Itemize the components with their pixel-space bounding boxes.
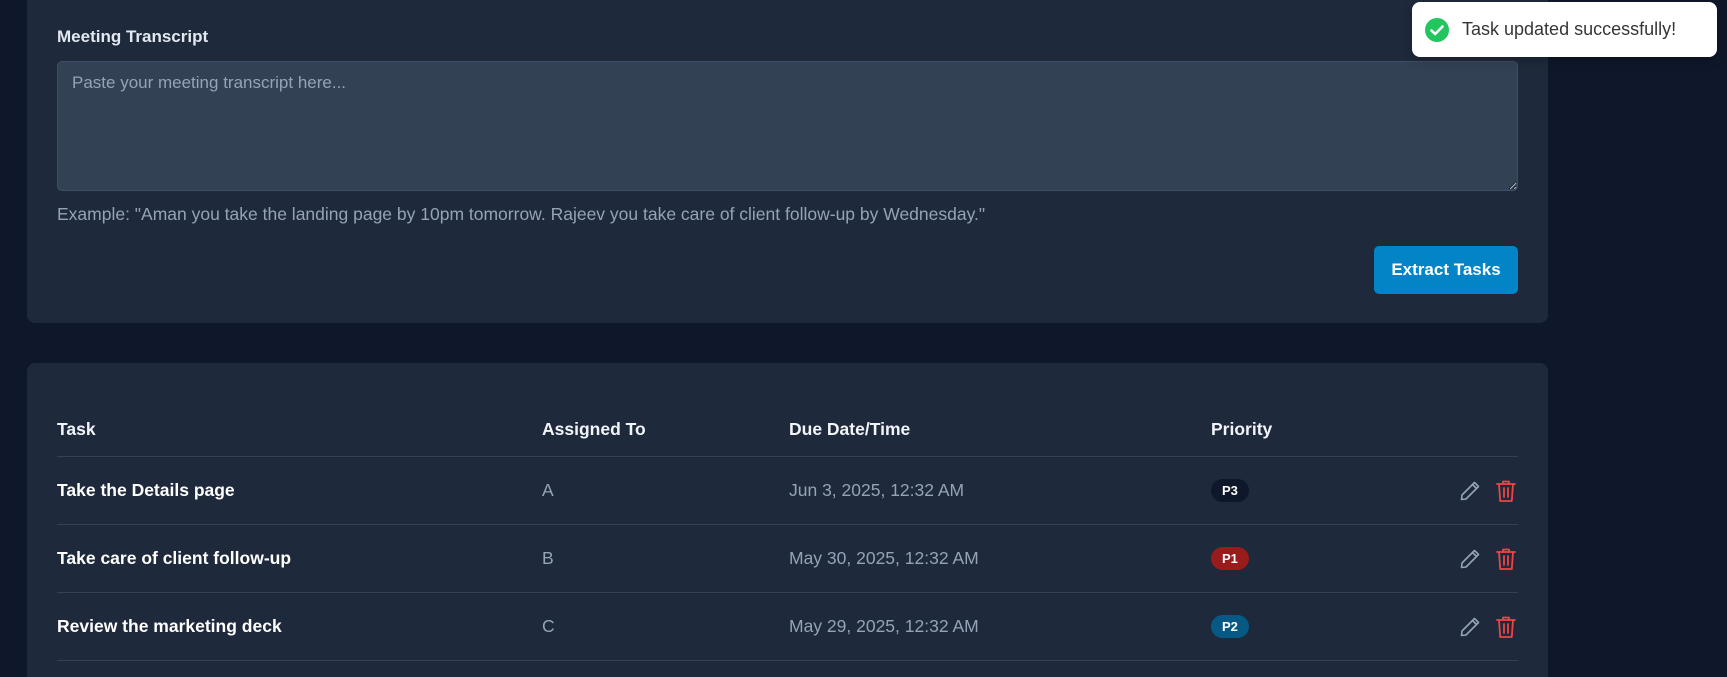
task-priority-cell: P1 <box>1211 525 1249 592</box>
table-header-row: Task Assigned To Due Date/Time Priority <box>57 403 1518 457</box>
check-circle-icon <box>1425 17 1449 42</box>
header-task: Task <box>57 419 96 439</box>
transcript-example-hint: Example: "Aman you take the landing page… <box>57 204 986 224</box>
table-row: Review the marketing deck C May 29, 2025, … <box>57 593 1518 661</box>
task-title: Take the Details page <box>57 480 235 500</box>
toast-message: Task updated successfully! <box>1462 19 1677 39</box>
pencil-icon[interactable] <box>1458 546 1482 572</box>
task-title: Take care of client follow-up <box>57 548 292 568</box>
header-due-date: Due Date/Time <box>789 419 911 439</box>
table-row: Take care of client follow-up B May 30, 20… <box>57 525 1518 593</box>
pencil-icon[interactable] <box>1458 478 1482 504</box>
task-actions <box>1455 457 1518 524</box>
tasks-table: Task Assigned To Due Date/Time Priority … <box>57 403 1518 661</box>
trash-icon[interactable] <box>1494 478 1518 504</box>
extract-tasks-button[interactable]: Extract Tasks <box>1374 246 1518 294</box>
header-priority: Priority <box>1211 419 1273 439</box>
pencil-icon[interactable] <box>1458 614 1482 640</box>
table-row: Take the Details page A Jun 3, 2025, 12:32… <box>57 457 1518 525</box>
tasks-card: Task Assigned To Due Date/Time Priority … <box>27 363 1548 677</box>
table-body: Take the Details page A Jun 3, 2025, 12:32… <box>57 457 1518 661</box>
transcript-input[interactable] <box>57 61 1518 191</box>
task-due-date: May 30, 2025, 12:32 AM <box>789 548 979 568</box>
transcript-label: Meeting Transcript <box>57 27 209 46</box>
task-assignee: A <box>542 480 554 500</box>
task-priority-cell: P2 <box>1211 593 1249 660</box>
task-priority-cell: P3 <box>1211 457 1249 524</box>
priority-badge: P2 <box>1211 615 1249 638</box>
header-assigned-to: Assigned To <box>542 419 646 439</box>
task-actions <box>1455 593 1518 660</box>
priority-badge: P1 <box>1211 547 1249 570</box>
task-extractor-page: Meeting Transcript Example: "Aman you ta… <box>0 0 1727 677</box>
trash-icon[interactable] <box>1494 546 1518 572</box>
task-actions <box>1455 525 1518 592</box>
priority-badge: P3 <box>1211 479 1249 502</box>
task-assignee: C <box>542 616 555 636</box>
transcript-card: Meeting Transcript Example: "Aman you ta… <box>27 0 1548 323</box>
trash-icon[interactable] <box>1494 614 1518 640</box>
task-due-date: May 29, 2025, 12:32 AM <box>789 616 979 636</box>
task-due-date: Jun 3, 2025, 12:32 AM <box>789 480 965 500</box>
success-toast: Task updated successfully! <box>1412 2 1717 57</box>
task-title: Review the marketing deck <box>57 616 282 636</box>
task-assignee: B <box>542 548 554 568</box>
